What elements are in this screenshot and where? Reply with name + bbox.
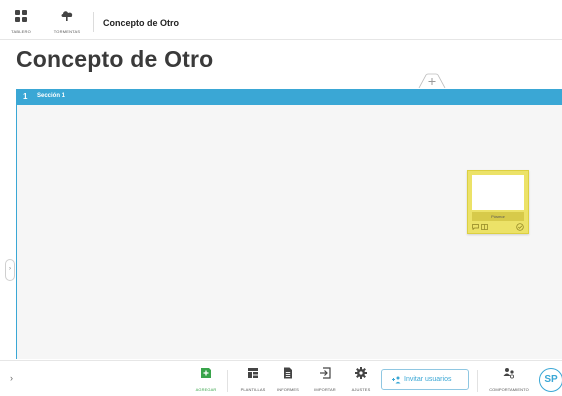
nav-tablero-label: TABLERO (11, 29, 31, 34)
expand-chevron-icon[interactable]: › (10, 373, 13, 383)
settings-button[interactable]: AJUSTES (346, 366, 376, 392)
reports-label: INFORMES (277, 387, 299, 392)
top-bar: TABLERO TORMENTAS Concepto de Otro (0, 0, 562, 40)
behavior-button[interactable]: COMPORTAMIENTO (482, 366, 536, 392)
note-label: Pósmor (472, 212, 524, 221)
details-icon[interactable] (481, 224, 488, 230)
page-title[interactable]: Concepto de Otro (16, 46, 213, 73)
templates-icon (248, 368, 258, 378)
document-icon (284, 367, 292, 379)
reports-button[interactable]: INFORMES (272, 366, 304, 392)
plus-tab-icon (418, 73, 446, 89)
section-number: 1 (23, 92, 28, 101)
behavior-label: COMPORTAMIENTO (489, 387, 529, 392)
sticky-note[interactable]: Pósmor (467, 170, 529, 234)
avatar[interactable]: SP (539, 368, 562, 392)
grid-icon (15, 10, 27, 22)
nav-tormentas[interactable]: TORMENTAS (50, 9, 84, 35)
add-button[interactable]: AGREGAR (191, 366, 221, 392)
add-note-icon (201, 368, 211, 378)
add-section-button[interactable] (418, 73, 446, 89)
nav-tormentas-label: TORMENTAS (53, 29, 81, 34)
section-header[interactable]: 1 Sección 1 (16, 89, 562, 105)
check-circle-icon[interactable] (516, 223, 524, 231)
app-window: TABLERO TORMENTAS Concepto de Otro Conce… (0, 0, 562, 396)
cloud-icon (61, 11, 73, 21)
import-icon (320, 367, 331, 379)
add-user-icon (392, 376, 401, 384)
invite-users-button[interactable]: Invitar usuarios (381, 369, 469, 390)
side-panel-handle[interactable]: › (5, 259, 15, 281)
gear-icon (355, 367, 367, 379)
divider (227, 370, 228, 392)
note-content[interactable] (472, 175, 524, 210)
templates-label: PLANTILLAS (240, 387, 266, 392)
section-title[interactable]: Sección 1 (37, 93, 65, 99)
people-icon (503, 368, 514, 379)
templates-button[interactable]: PLANTILLAS (236, 366, 270, 392)
settings-label: AJUSTES (351, 387, 371, 392)
import-button[interactable]: IMPORTAR (309, 366, 341, 392)
chevron-right-icon: › (9, 266, 11, 272)
add-label: AGREGAR (195, 387, 217, 392)
invite-users-label: Invitar usuarios (404, 376, 452, 383)
nav-tablero[interactable]: TABLERO (4, 9, 38, 35)
breadcrumb[interactable]: Concepto de Otro (103, 18, 179, 28)
divider (93, 12, 94, 32)
divider (477, 370, 478, 392)
comment-icon[interactable] (472, 224, 479, 230)
note-footer (471, 223, 525, 232)
bottom-toolbar: › AGREGAR PLANTILLAS INFORMES IMPORTAR A… (0, 360, 562, 396)
import-label: IMPORTAR (314, 387, 336, 392)
